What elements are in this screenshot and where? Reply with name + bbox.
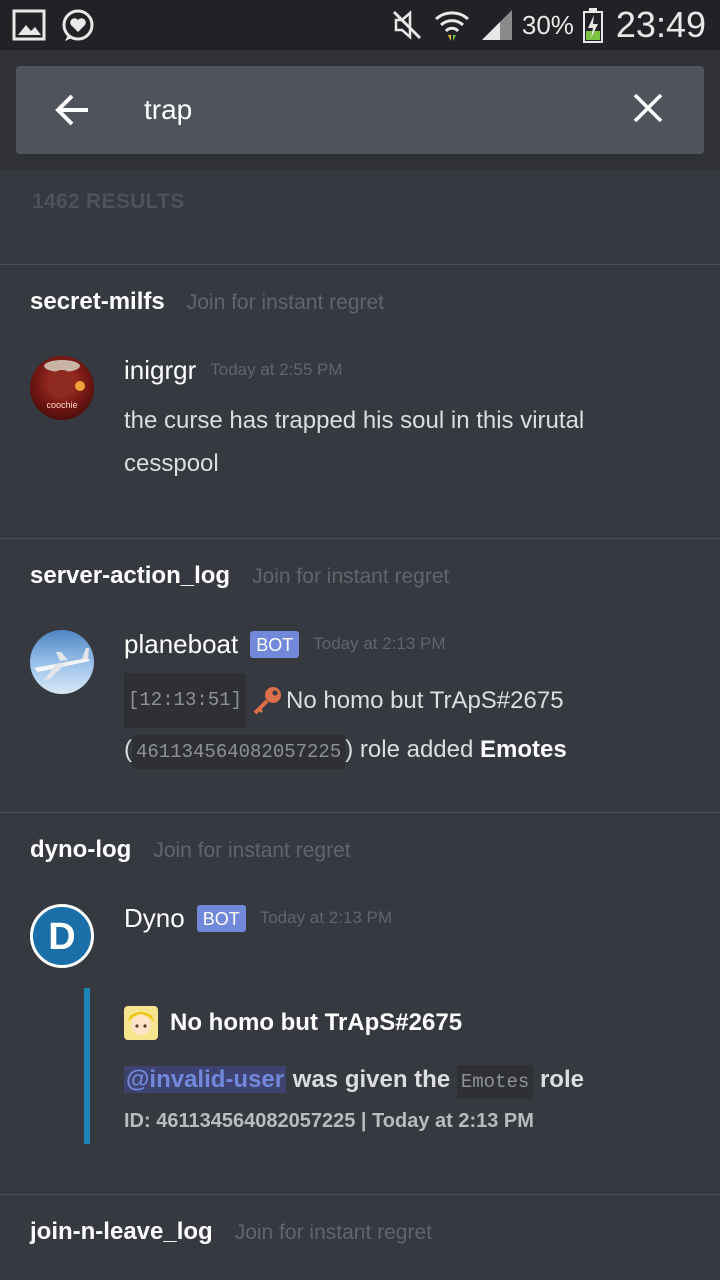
gallery-icon	[12, 9, 46, 41]
result-channel-header[interactable]: server-action_log Join for instant regre…	[30, 562, 449, 590]
channel-description: Join for instant regret	[153, 839, 351, 862]
role-code: Emotes	[456, 1065, 534, 1099]
author-name[interactable]: Dyno	[124, 903, 185, 934]
mute-icon	[392, 10, 421, 40]
log-user: No homo but TrApS#2675	[286, 687, 564, 714]
channel-name: dyno-log	[30, 836, 132, 863]
avatar[interactable]: coochie	[30, 356, 94, 420]
embed-author-avatar	[124, 1006, 158, 1040]
timestamp: Today at 2:13 PM	[259, 908, 393, 927]
result-channel-header[interactable]: join-n-leave_log Join for instant regret	[30, 1218, 432, 1246]
result-channel-header[interactable]: secret-milfs Join for instant regret	[30, 288, 384, 316]
status-bar: 30% 23:49	[0, 0, 720, 50]
avatar-caption: coochie	[46, 400, 77, 410]
embed-author: No homo but TrApS#2675	[124, 1006, 462, 1040]
dyno-logo: D	[48, 916, 75, 958]
clock: 23:49	[615, 4, 706, 45]
author-name[interactable]: planeboat	[124, 629, 238, 660]
signal-icon	[481, 10, 512, 40]
author-name[interactable]: inigrgr	[124, 355, 196, 386]
channel-description: Join for instant regret	[252, 565, 450, 588]
channel-name: join-n-leave_log	[30, 1218, 213, 1245]
airplane-icon	[34, 648, 90, 680]
message-header: Dyno BOT Today at 2:13 PM	[124, 900, 392, 936]
message-text[interactable]: the curse has trapped his soul in this v…	[124, 399, 584, 485]
divider	[0, 1194, 720, 1195]
log-id: 461134564082057225	[132, 735, 346, 769]
divider	[0, 812, 720, 813]
results-count: 1462 RESULTS	[32, 190, 185, 213]
bot-badge: BOT	[250, 630, 300, 658]
battery-charging-icon	[582, 8, 603, 43]
message-text[interactable]: [12:13:51] No homo but TrApS#2675 (46113…	[124, 673, 567, 774]
embed-text: was given the	[292, 1066, 451, 1093]
message-line: cesspool	[124, 450, 219, 477]
embed-text: role	[539, 1066, 584, 1093]
message-header: planeboat BOT Today at 2:13 PM	[124, 626, 446, 662]
embed-description: @invalid-user was given the Emotes role	[124, 1065, 584, 1099]
log-role: Emotes	[480, 736, 567, 763]
bot-badge: BOT	[196, 904, 246, 932]
timestamp: Today at 2:55 PM	[210, 360, 343, 379]
avatar[interactable]	[30, 630, 94, 694]
channel-description: Join for instant regret	[234, 1221, 432, 1244]
channel-name: server-action_log	[30, 562, 231, 589]
user-mention[interactable]: @invalid-user	[124, 1066, 287, 1093]
result-channel-header[interactable]: dyno-log Join for instant regret	[30, 836, 351, 864]
message-line: the curse has trapped his soul in this v…	[124, 407, 585, 434]
search-input[interactable]	[144, 88, 604, 132]
divider	[0, 264, 720, 265]
close-icon[interactable]	[632, 92, 664, 124]
log-time: [12:13:51]	[124, 673, 247, 728]
embed[interactable]: No homo but TrApS#2675 @invalid-user was…	[84, 988, 664, 1144]
divider	[0, 538, 720, 539]
message-line: (461134564082057225) role added Emotes	[124, 728, 567, 774]
embed-footer: ID: 461134564082057225 | Today at 2:13 P…	[124, 1110, 534, 1132]
embed-author-name: No homo but TrApS#2675	[170, 1009, 463, 1036]
wifi-icon	[434, 11, 469, 41]
key-icon	[253, 686, 282, 714]
message-line: [12:13:51] No homo but TrApS#2675	[124, 673, 567, 728]
channel-name: secret-milfs	[30, 288, 165, 315]
timestamp: Today at 2:13 PM	[313, 634, 446, 653]
back-arrow-icon[interactable]	[52, 90, 92, 130]
message-header: inigrgr Today at 2:55 PM	[124, 352, 343, 388]
avatar-letter: D	[48, 916, 75, 958]
channel-description: Join for instant regret	[186, 291, 384, 314]
messenger-heart-icon	[62, 9, 94, 41]
log-action: role added	[359, 736, 474, 763]
avatar[interactable]: D	[30, 904, 94, 968]
battery-percent: 30%	[521, 9, 574, 40]
search-bar	[16, 66, 704, 154]
search-header	[0, 50, 720, 170]
avatar-image: coochie	[44, 360, 85, 410]
